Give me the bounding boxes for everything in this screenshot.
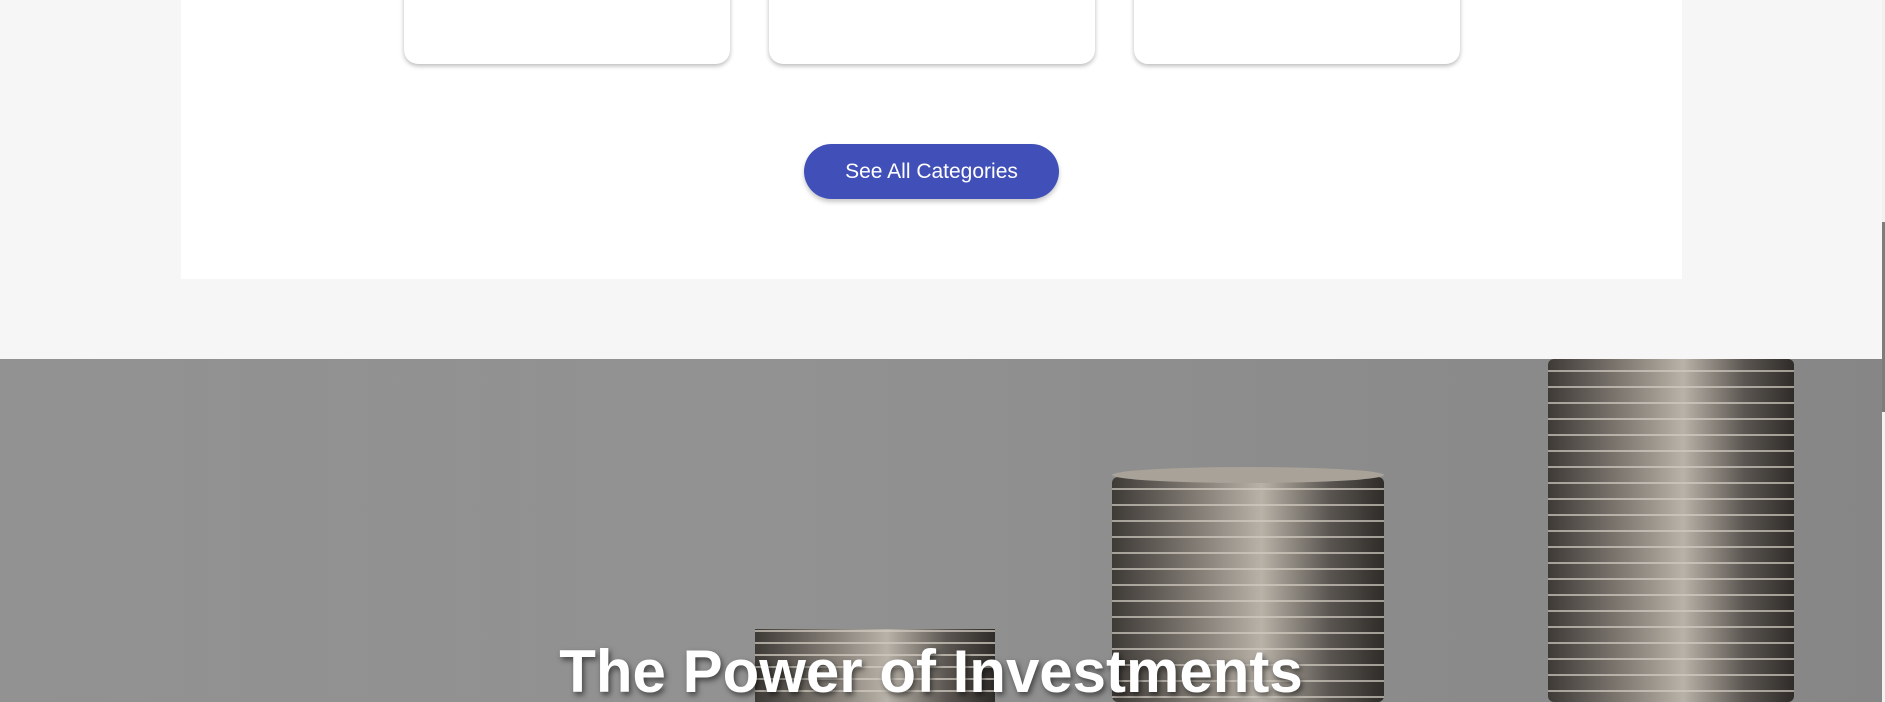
category-card[interactable]	[404, 0, 730, 64]
hero-title: The Power of Investments	[559, 638, 1303, 702]
hero-banner: The Power of Investments	[0, 359, 1882, 702]
page: See All Categories The Power of Investme…	[0, 0, 1885, 702]
category-card[interactable]	[1134, 0, 1460, 64]
category-card[interactable]	[769, 0, 1095, 64]
see-all-categories-button[interactable]: See All Categories	[804, 144, 1059, 199]
